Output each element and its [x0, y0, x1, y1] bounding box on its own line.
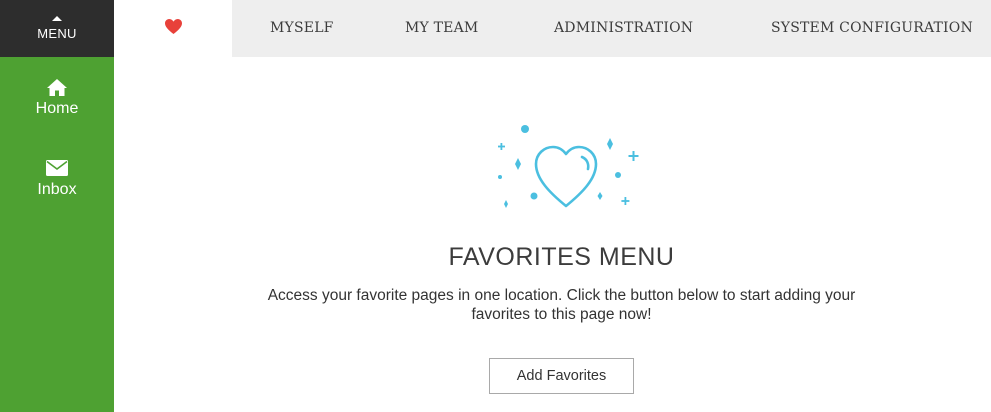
sidebar-item-inbox[interactable]: Inbox: [0, 138, 114, 219]
tab-favorites[interactable]: [114, 0, 232, 57]
tab-myself[interactable]: MYSELF: [270, 0, 334, 57]
sidebar-item-label: Home: [35, 100, 79, 117]
menu-toggle-button[interactable]: MENU: [0, 0, 114, 57]
favorites-panel: FAVORITES MENU Access your favorite page…: [114, 57, 991, 412]
tab-my-team[interactable]: MY TEAM: [405, 0, 478, 57]
favorites-description: Access your favorite pages in one locati…: [267, 287, 856, 323]
sidebar-item-label: Inbox: [37, 181, 77, 198]
heart-icon: [164, 18, 183, 40]
sparkling-heart-icon: [494, 119, 654, 215]
home-icon: [45, 77, 69, 97]
menu-label: MENU: [37, 26, 77, 41]
tab-system-configuration[interactable]: SYSTEM CONFIGURATION: [771, 0, 973, 57]
envelope-icon: [45, 158, 69, 178]
page-title: FAVORITES MENU: [448, 243, 675, 271]
add-favorites-button[interactable]: Add Favorites: [489, 358, 634, 394]
caret-up-icon: [52, 16, 62, 21]
sidebar: MENU Home Inbox: [0, 0, 114, 412]
tab-administration[interactable]: ADMINISTRATION: [554, 0, 693, 57]
sidebar-item-home[interactable]: Home: [0, 57, 114, 138]
top-navigation: MYSELF MY TEAM ADMINISTRATION SYSTEM CON…: [114, 0, 991, 57]
